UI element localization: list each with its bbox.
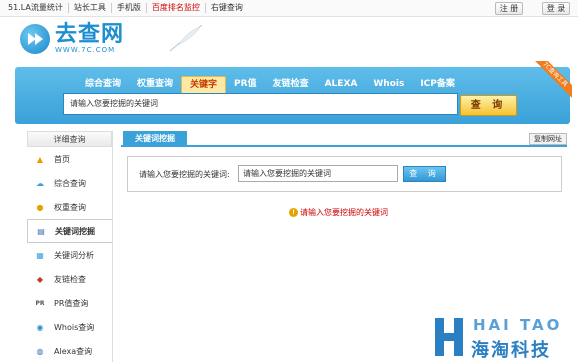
sidebar-item-label: 首页 xyxy=(54,154,70,164)
alexa-icon: ◍ xyxy=(36,346,44,356)
keyword-input[interactable]: 请输入您要挖掘的关键词 xyxy=(238,165,398,182)
copy-url-button[interactable]: 复制网址 xyxy=(529,133,567,145)
link-icon: ◆ xyxy=(36,274,44,284)
logo-icon xyxy=(20,24,50,54)
ribbon-text: 7C查询工具 xyxy=(529,61,572,100)
tab-keyword[interactable]: 关键字 xyxy=(181,76,227,93)
main-content: 关键词挖掘 复制网址 请输入您要挖掘的关键词: 请输入您要挖掘的关键词 查 询 … xyxy=(121,131,567,217)
whois-icon: ◉ xyxy=(36,322,44,332)
search-tabs: 综合查询 权重查询 关键字 PR值 友链检查 ALEXA Whois ICP备案 xyxy=(77,76,463,93)
search-input[interactable]: 请输入您要挖掘的关键词 xyxy=(63,93,458,115)
sidebar-item-links[interactable]: ◆ 友链检查 xyxy=(27,267,112,291)
login-button[interactable]: 登 录 xyxy=(542,2,570,15)
watermark-cn: 海淘科技 xyxy=(471,340,551,361)
sidebar-item-label: 关键词分析 xyxy=(54,250,94,260)
search-button[interactable]: 查 询 xyxy=(460,95,517,116)
top-link-51la[interactable]: 51.LA流量统计 xyxy=(8,3,69,13)
document-icon: ▤ xyxy=(37,226,45,236)
watermark-logo: HAI TAO 海淘科技 xyxy=(435,314,575,361)
sidebar-item-weight[interactable]: ● 权重查询 xyxy=(27,195,112,219)
sidebar-item-label: 综合查询 xyxy=(54,178,86,188)
logo-name: 去查网 xyxy=(55,22,125,47)
register-button[interactable]: 注 册 xyxy=(495,2,523,15)
tab-alexa[interactable]: ALEXA xyxy=(317,76,366,93)
sidebar-item-label: Whois查询 xyxy=(54,322,95,332)
sidebar-item-overall[interactable]: ☁ 综合查询 xyxy=(27,171,112,195)
keyword-submit-button[interactable]: 查 询 xyxy=(403,166,446,182)
error-text: 请输入您要挖掘的关键词 xyxy=(300,208,388,217)
sidebar-item-keyword-analysis[interactable]: ▦ 关键词分析 xyxy=(27,243,112,267)
tab-links[interactable]: 友链检查 xyxy=(265,76,317,93)
sidebar-item-alexa[interactable]: ◍ Alexa查询 xyxy=(27,339,112,363)
search-panel: 综合查询 权重查询 关键字 PR值 友链检查 ALEXA Whois ICP备案… xyxy=(15,61,572,124)
top-link-tools[interactable]: 站长工具 xyxy=(69,3,112,13)
sidebar-item-label: Alexa查询 xyxy=(54,346,93,356)
tab-pr[interactable]: PR值 xyxy=(226,76,265,93)
watermark-h-icon xyxy=(435,318,463,356)
sidebar-item-whois[interactable]: ◉ Whois查询 xyxy=(27,315,112,339)
sidebar-title: 详细查询 xyxy=(27,131,112,147)
sidebar-item-keyword-mining[interactable]: ▤ 关键词挖掘 xyxy=(27,219,112,243)
sidebar-item-pr[interactable]: PR PR值查询 xyxy=(27,291,112,315)
tab-keyword-mining[interactable]: 关键词挖掘 xyxy=(123,131,187,147)
watermark-en: HAI TAO xyxy=(473,316,563,334)
paw-icon: ● xyxy=(36,202,44,212)
tab-weight[interactable]: 权重查询 xyxy=(129,76,181,93)
home-icon: ▲ xyxy=(36,154,44,164)
top-links: 51.LA流量统计 站长工具 手机版 百度排名监控 右键查询 xyxy=(8,3,248,13)
sidebar-item-label: 友链检查 xyxy=(54,274,86,284)
tab-whois[interactable]: Whois xyxy=(365,76,412,93)
sidebar-item-label: 关键词挖掘 xyxy=(55,226,95,236)
top-bar: 51.LA流量统计 站长工具 手机版 百度排名监控 右键查询 注 册 登 录 xyxy=(0,0,578,17)
sidebar-item-home[interactable]: ▲ 首页 xyxy=(27,147,112,171)
logo[interactable]: 去查网 WWW.7C.COM xyxy=(20,24,124,54)
top-link-mobile[interactable]: 手机版 xyxy=(112,3,147,13)
top-link-rightclick[interactable]: 右键查询 xyxy=(206,3,248,13)
corner-ribbon: 7C查询工具 xyxy=(528,61,572,105)
logo-url: WWW.7C.COM xyxy=(55,46,116,54)
pr-icon: PR xyxy=(35,299,45,307)
sidebar: 详细查询 ▲ 首页 ☁ 综合查询 ● 权重查询 ▤ 关键词挖掘 ▦ 关键词分析 … xyxy=(27,131,113,362)
sidebar-item-label: PR值查询 xyxy=(54,298,89,308)
top-link-baidu-monitor[interactable]: 百度排名监控 xyxy=(147,3,206,13)
error-message: ! 请输入您要挖掘的关键词 xyxy=(289,207,388,218)
warning-icon: ! xyxy=(289,208,298,217)
feather-icon xyxy=(169,24,203,52)
keyword-label: 请输入您要挖掘的关键词: xyxy=(139,170,230,179)
cloud-icon: ☁ xyxy=(36,178,44,188)
sidebar-item-label: 权重查询 xyxy=(54,202,86,212)
header: 去查网 WWW.7C.COM xyxy=(0,17,578,65)
tab-overall[interactable]: 综合查询 xyxy=(77,76,129,93)
analysis-icon: ▦ xyxy=(36,250,44,260)
main-tabbar: 关键词挖掘 复制网址 xyxy=(121,131,567,147)
keyword-form: 请输入您要挖掘的关键词: 请输入您要挖掘的关键词 查 询 xyxy=(127,156,562,192)
tab-icp[interactable]: ICP备案 xyxy=(412,76,463,93)
